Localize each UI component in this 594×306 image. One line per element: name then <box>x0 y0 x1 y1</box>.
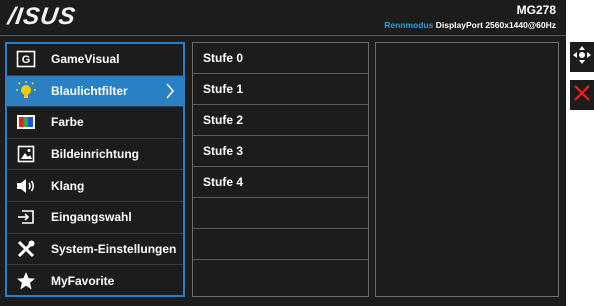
option-stufe-3[interactable]: Stufe 3 <box>193 136 368 167</box>
option-label: Stufe 4 <box>203 175 244 189</box>
menu-item-farbe[interactable]: Farbe <box>7 107 183 139</box>
close-button[interactable] <box>570 80 594 110</box>
detail-panel <box>375 42 559 297</box>
menu-item-label: GameVisual <box>51 52 120 67</box>
menu-item-eingangswahl[interactable]: Eingangswahl <box>7 202 183 234</box>
close-icon <box>572 83 592 108</box>
status-line: Rennmodus DisplayPort 2560x1440@60Hz <box>384 20 556 30</box>
menu-item-label: System-Einstellungen <box>51 241 177 256</box>
speaker-icon <box>15 175 37 197</box>
star-icon <box>15 270 37 292</box>
chevron-right-icon <box>165 82 175 105</box>
blue-light-submenu: Stufe 0 Stufe 1 Stufe 2 Stufe 3 Stufe 4 <box>192 42 369 297</box>
osd-window: /ISUS MG278 Rennmodus DisplayPort 2560x1… <box>0 0 566 306</box>
option-label: Stufe 0 <box>203 51 244 65</box>
tools-icon <box>15 238 37 260</box>
menu-item-blaulichtfilter[interactable]: Blaulichtfilter <box>7 75 183 108</box>
mode-label: Rennmodus <box>384 20 434 30</box>
input-icon <box>15 206 37 228</box>
option-stufe-4[interactable]: Stufe 4 <box>193 167 368 198</box>
menu-item-label: MyFavorite <box>51 273 115 288</box>
menu-item-system-einstellungen[interactable]: System-Einstellungen <box>7 234 183 266</box>
menu-item-label: Blaulichtfilter <box>51 83 128 98</box>
menu-item-label: Farbe <box>51 115 84 130</box>
empty-row <box>193 198 368 229</box>
menu-item-label: Klang <box>51 178 85 193</box>
option-stufe-2[interactable]: Stufe 2 <box>193 105 368 136</box>
menu-item-myfavorite[interactable]: MyFavorite <box>7 265 183 297</box>
option-label: Stufe 1 <box>203 82 244 96</box>
menu-item-bildeinrichtung[interactable]: Bildeinrichtung <box>7 139 183 171</box>
image-icon <box>15 143 37 165</box>
menu-item-label: Eingangswahl <box>51 210 132 225</box>
option-stufe-0[interactable]: Stufe 0 <box>193 43 368 74</box>
menu-item-gamevisual[interactable]: G GameVisual <box>7 44 183 76</box>
move-icon <box>572 45 592 70</box>
header: /ISUS MG278 Rennmodus DisplayPort 2560x1… <box>0 0 566 34</box>
option-label: Stufe 2 <box>203 113 244 127</box>
asus-logo: /ISUS <box>6 3 78 30</box>
signal-info: DisplayPort 2560x1440@60Hz <box>435 20 556 30</box>
model-name: MG278 <box>516 3 556 17</box>
svg-text:G: G <box>22 54 31 66</box>
game-visual-icon: G <box>15 48 37 70</box>
option-stufe-1[interactable]: Stufe 1 <box>193 74 368 105</box>
header-divider <box>0 35 566 36</box>
color-icon <box>15 111 37 133</box>
move-button[interactable] <box>570 42 594 72</box>
option-label: Stufe 3 <box>203 144 244 158</box>
menu-item-label: Bildeinrichtung <box>51 147 139 162</box>
empty-row <box>193 229 368 260</box>
main-menu: G GameVisual Blaulichtfilter Farbe Bilde… <box>5 42 185 297</box>
empty-row <box>193 260 368 296</box>
blue-light-icon <box>15 80 37 102</box>
menu-item-klang[interactable]: Klang <box>7 170 183 202</box>
